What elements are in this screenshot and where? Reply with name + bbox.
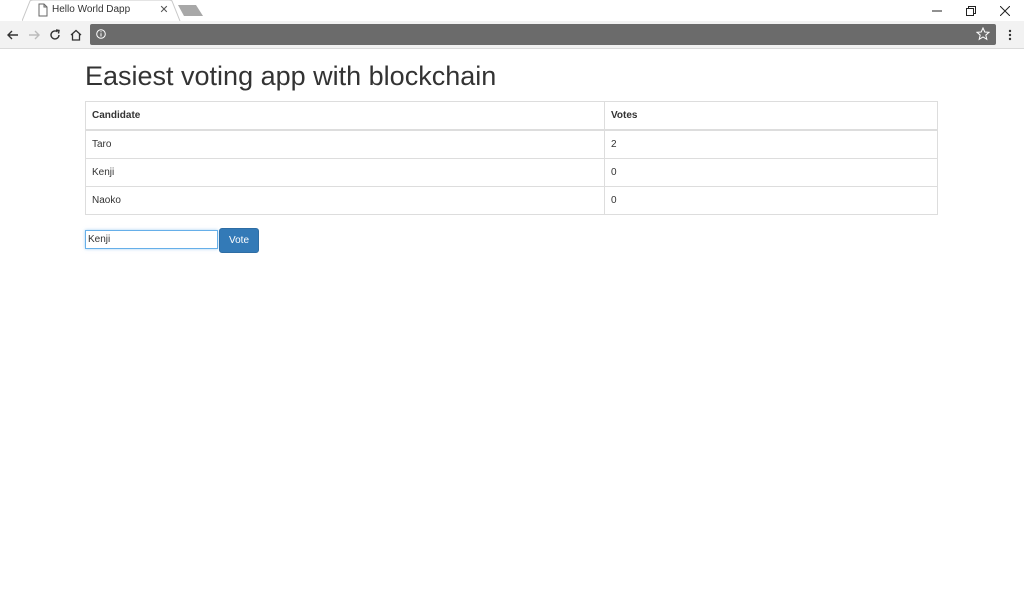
candidate-name: Kenji <box>85 158 605 187</box>
table-row: Naoko 0 <box>85 186 938 215</box>
document-icon <box>38 3 48 17</box>
column-header-candidate: Candidate <box>85 101 605 131</box>
reload-icon <box>50 29 60 40</box>
vote-count: 0 <box>604 158 938 187</box>
browser-tab[interactable]: Hello World Dapp ✕ <box>22 0 182 21</box>
kebab-menu-icon <box>1008 29 1012 41</box>
candidate-name: Naoko <box>85 186 605 215</box>
candidates-table: Candidate Votes Taro 2 Kenji 0 Naoko 0 <box>85 101 938 215</box>
tab-strip: Hello World Dapp ✕ <box>0 0 1024 21</box>
vote-count: 0 <box>604 186 938 215</box>
table-row: Kenji 0 <box>85 158 938 187</box>
page-title: Easiest voting app with blockchain <box>85 61 497 91</box>
back-arrow-icon <box>7 30 18 40</box>
forward-button[interactable] <box>24 25 44 45</box>
info-icon[interactable] <box>96 29 106 39</box>
tab-close-icon[interactable]: ✕ <box>158 4 170 16</box>
reload-button[interactable] <box>45 25 65 45</box>
candidate-name: Taro <box>85 129 605 159</box>
bookmark-star-icon[interactable] <box>976 27 990 41</box>
column-header-votes: Votes <box>604 101 938 131</box>
back-button[interactable] <box>3 25 23 45</box>
tab-title: Hello World Dapp <box>52 4 131 15</box>
minimize-icon <box>932 10 942 11</box>
browser-menu-button[interactable] <box>1003 25 1017 45</box>
new-tab-button[interactable] <box>178 5 204 17</box>
forward-arrow-icon <box>29 30 40 40</box>
address-bar[interactable] <box>90 24 996 45</box>
vote-count: 2 <box>604 129 938 159</box>
close-window-button[interactable] <box>988 0 1022 21</box>
close-icon <box>1000 5 1010 16</box>
minimize-button[interactable] <box>920 0 954 21</box>
home-button[interactable] <box>66 25 86 45</box>
restore-button[interactable] <box>954 0 988 21</box>
home-icon <box>70 29 82 41</box>
restore-icon <box>966 5 976 16</box>
table-row: Taro 2 <box>85 129 938 159</box>
page-content: Easiest voting app with blockchain Candi… <box>0 49 1024 597</box>
candidate-input[interactable] <box>85 230 218 249</box>
table-header-row: Candidate Votes <box>85 101 938 131</box>
vote-button[interactable]: Vote <box>219 228 259 253</box>
browser-toolbar <box>0 21 1024 49</box>
